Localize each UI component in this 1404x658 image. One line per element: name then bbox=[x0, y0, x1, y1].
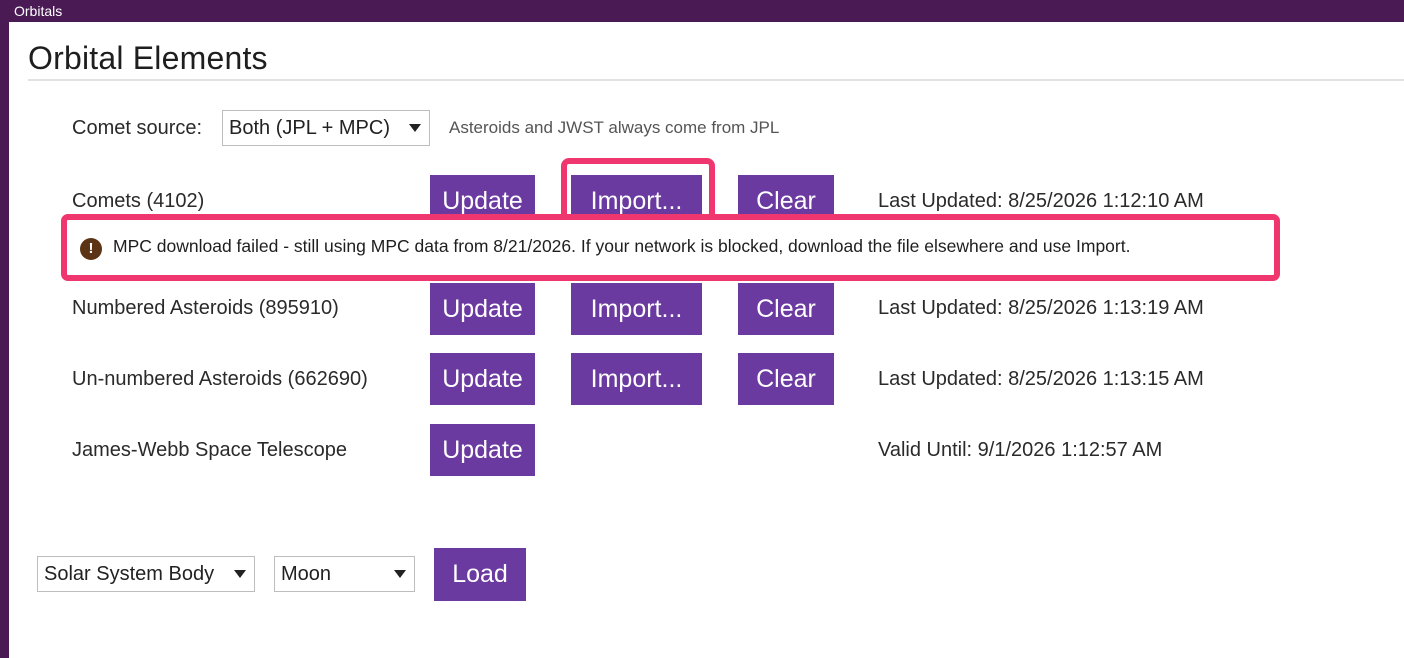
unnumbered-asteroids-clear-button[interactable]: Clear bbox=[738, 353, 834, 405]
warning-circle-icon: ! bbox=[80, 238, 102, 260]
unnumbered-asteroids-update-button[interactable]: Update bbox=[430, 353, 535, 405]
chevron-down-icon bbox=[394, 570, 406, 578]
comets-status: Last Updated: 8/25/2026 1:12:10 AM bbox=[878, 190, 1204, 212]
body-dropdown[interactable]: Moon bbox=[274, 556, 415, 592]
comet-source-dropdown[interactable]: Both (JPL + MPC) bbox=[222, 110, 430, 146]
numbered-asteroids-label: Numbered Asteroids (895910) bbox=[72, 297, 339, 319]
chevron-down-icon bbox=[409, 124, 421, 132]
unnumbered-asteroids-status: Last Updated: 8/25/2026 1:13:15 AM bbox=[878, 368, 1204, 390]
comet-source-selected: Both (JPL + MPC) bbox=[229, 117, 390, 139]
page-title: Orbital Elements bbox=[28, 40, 268, 76]
unnumbered-asteroids-import-button[interactable]: Import... bbox=[571, 353, 702, 405]
mpc-warning-banner: ! MPC download failed - still using MPC … bbox=[61, 214, 1280, 281]
unnumbered-asteroids-label: Un-numbered Asteroids (662690) bbox=[72, 368, 368, 390]
title-divider bbox=[28, 79, 1404, 81]
load-button[interactable]: Load bbox=[434, 548, 526, 601]
window-titlebar: Orbitals bbox=[0, 0, 1404, 22]
jwst-update-button[interactable]: Update bbox=[430, 424, 535, 476]
body-selected: Moon bbox=[281, 563, 332, 585]
body-type-selected: Solar System Body bbox=[44, 563, 215, 585]
orbitals-window: Orbitals Orbital Elements Comet source: … bbox=[0, 0, 1404, 658]
body-type-dropdown[interactable]: Solar System Body bbox=[37, 556, 255, 592]
chevron-down-icon bbox=[234, 570, 246, 578]
window-title: Orbitals bbox=[14, 3, 63, 19]
numbered-asteroids-status: Last Updated: 8/25/2026 1:13:19 AM bbox=[878, 297, 1204, 319]
jwst-status: Valid Until: 9/1/2026 1:12:57 AM bbox=[878, 439, 1163, 461]
comet-source-label: Comet source: bbox=[72, 117, 203, 139]
jwst-label: James-Webb Space Telescope bbox=[72, 439, 347, 461]
numbered-asteroids-update-button[interactable]: Update bbox=[430, 283, 535, 335]
numbered-asteroids-clear-button[interactable]: Clear bbox=[738, 283, 834, 335]
comets-label: Comets (4102) bbox=[72, 190, 205, 212]
comet-source-hint: Asteroids and JWST always come from JPL bbox=[449, 118, 780, 137]
numbered-asteroids-import-button[interactable]: Import... bbox=[571, 283, 702, 335]
warning-message: MPC download failed - still using MPC da… bbox=[113, 236, 1131, 256]
window-left-border bbox=[0, 22, 9, 658]
